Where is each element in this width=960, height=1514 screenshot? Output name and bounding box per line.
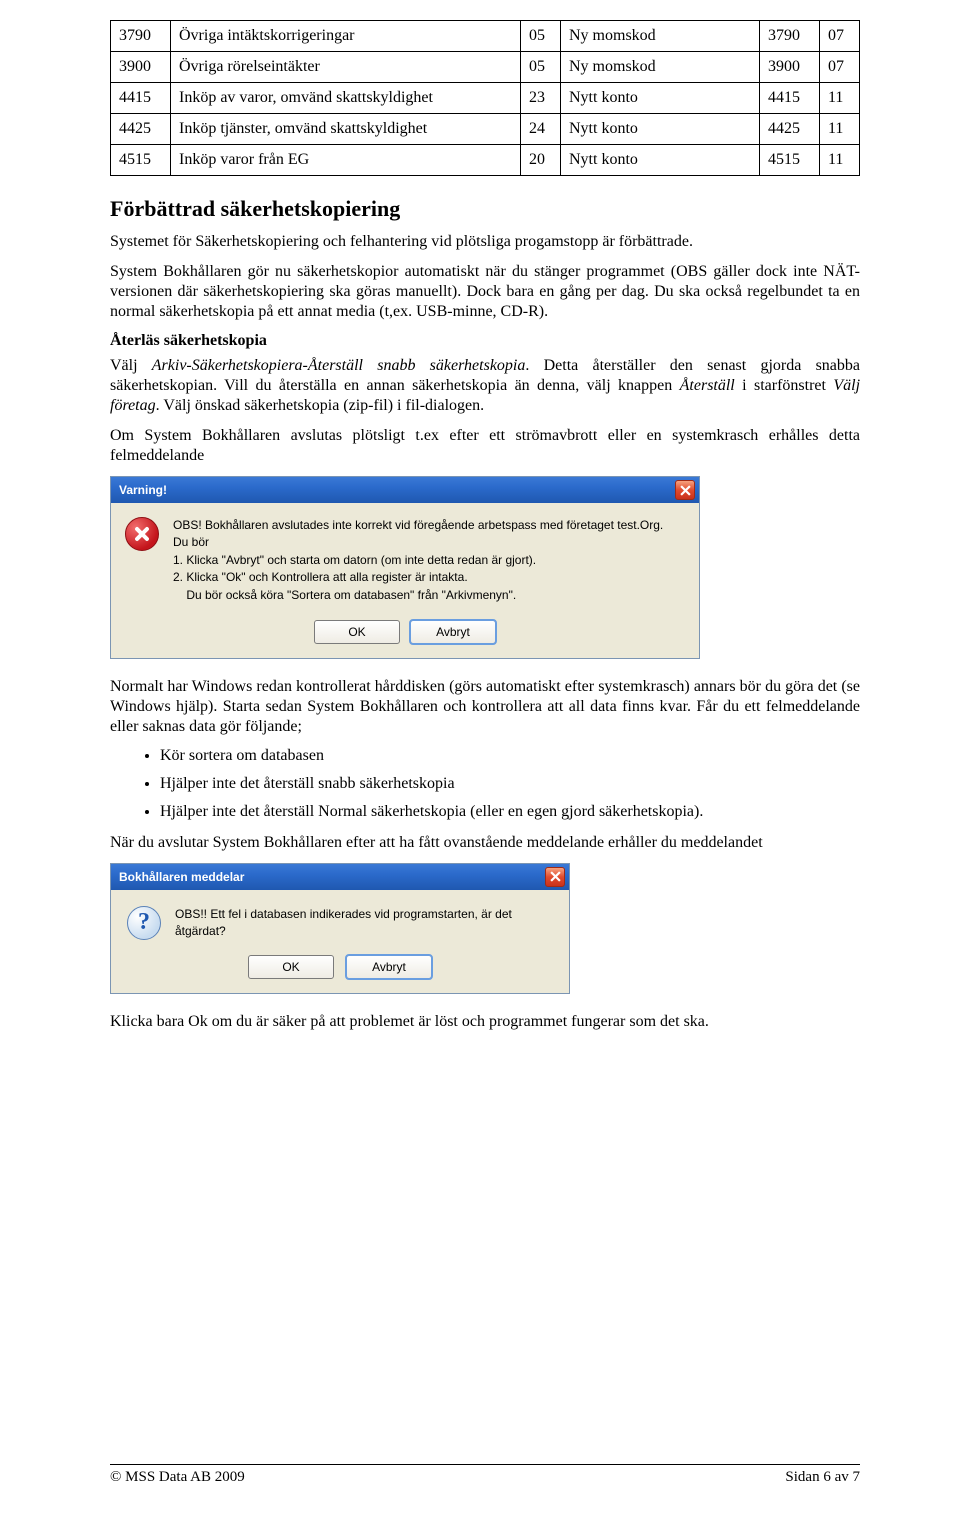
- cell-desc: Inköp tjänster, omvänd skattskyldighet: [171, 114, 521, 145]
- cell-id: 07: [820, 52, 860, 83]
- cancel-button[interactable]: Avbryt: [410, 620, 496, 644]
- dialog-line: Du bör också köra "Sortera om databasen"…: [173, 587, 663, 604]
- body-paragraph: System Bokhållaren gör nu säkerhetskopio…: [110, 262, 860, 322]
- cell-action: Ny momskod: [561, 52, 760, 83]
- body-paragraph: Systemet för Säkerhetskopiering och felh…: [110, 232, 860, 252]
- footer-left: © MSS Data AB 2009: [110, 1469, 245, 1486]
- info-dialog: Bokhållaren meddelar ? OBS!! Ett fel i d…: [110, 863, 570, 994]
- close-icon[interactable]: [545, 867, 565, 887]
- page-footer: © MSS Data AB 2009 Sidan 6 av 7: [110, 1464, 860, 1486]
- cell-code: 4415: [111, 83, 171, 114]
- cell-action: Ny momskod: [561, 21, 760, 52]
- dialog-line: 2. Klicka "Ok" och Kontrollera att alla …: [173, 569, 663, 586]
- cell-new: 4515: [760, 145, 820, 176]
- cell-id: 11: [820, 114, 860, 145]
- text: Välj: [110, 357, 152, 374]
- dialog-body: ? OBS!! Ett fel i databasen indikerades …: [111, 890, 569, 949]
- subheading: Återläs säkerhetskopia: [110, 332, 860, 350]
- dialog-text: OBS! Bokhållaren avslutades inte korrekt…: [173, 517, 663, 604]
- close-icon[interactable]: [675, 480, 695, 500]
- cell-id: 11: [820, 83, 860, 114]
- cell-id: 11: [820, 145, 860, 176]
- cell-old: 23: [521, 83, 561, 114]
- cell-desc: Inköp av varor, omvänd skattskyldighet: [171, 83, 521, 114]
- warning-dialog: Varning! OBS! Bokhållaren avslutades int…: [110, 476, 700, 659]
- cell-desc: Inköp varor från EG: [171, 145, 521, 176]
- dialog-titlebar: Varning!: [111, 477, 699, 503]
- error-icon: [125, 517, 159, 551]
- cell-new: 4415: [760, 83, 820, 114]
- dialog-buttons: OK Avbryt: [111, 614, 699, 658]
- table-row: 4415 Inköp av varor, omvänd skattskyldig…: [111, 83, 860, 114]
- cell-old: 24: [521, 114, 561, 145]
- dialog-titlebar: Bokhållaren meddelar: [111, 864, 569, 890]
- table-row: 4515 Inköp varor från EG 20 Nytt konto 4…: [111, 145, 860, 176]
- dialog-line: OBS! Bokhållaren avslutades inte korrekt…: [173, 517, 663, 534]
- body-paragraph: Klicka bara Ok om du är säker på att pro…: [110, 1012, 860, 1032]
- cell-old: 05: [521, 21, 561, 52]
- footer-right: Sidan 6 av 7: [785, 1469, 860, 1486]
- table-row: 3900 Övriga rörelseintäkter 05 Ny momsko…: [111, 52, 860, 83]
- ok-button[interactable]: OK: [314, 620, 400, 644]
- bullet-list: Kör sortera om databasen Hjälper inte de…: [160, 747, 860, 821]
- table-row: 3790 Övriga intäktskorrigeringar 05 Ny m…: [111, 21, 860, 52]
- cell-code: 3790: [111, 21, 171, 52]
- dialog-line: 1. Klicka "Avbryt" och starta om datorn …: [173, 552, 663, 569]
- cell-code: 4515: [111, 145, 171, 176]
- list-item: Kör sortera om databasen: [160, 747, 860, 765]
- body-paragraph: Välj Arkiv-Säkerhetskopiera-Återställ sn…: [110, 356, 860, 416]
- cell-desc: Övriga intäktskorrigeringar: [171, 21, 521, 52]
- italic-text: Återställ: [680, 377, 735, 394]
- list-item: Hjälper inte det återställ Normal säkerh…: [160, 803, 860, 821]
- cell-old: 20: [521, 145, 561, 176]
- dialog-title: Bokhållaren meddelar: [119, 870, 244, 884]
- cell-code: 4425: [111, 114, 171, 145]
- text: . Välj önskad säkerhetskopia (zip-fil) i…: [156, 397, 485, 414]
- cell-new: 3900: [760, 52, 820, 83]
- dialog-buttons: OK Avbryt: [111, 949, 569, 993]
- cell-action: Nytt konto: [561, 83, 760, 114]
- cell-action: Nytt konto: [561, 114, 760, 145]
- question-icon: ?: [127, 906, 161, 940]
- list-item: Hjälper inte det återställ snabb säkerhe…: [160, 775, 860, 793]
- dialog-text: OBS!! Ett fel i databasen indikerades vi…: [175, 906, 553, 941]
- dialog-title: Varning!: [119, 483, 167, 497]
- table-row: 4425 Inköp tjänster, omvänd skattskyldig…: [111, 114, 860, 145]
- cell-id: 07: [820, 21, 860, 52]
- cell-action: Nytt konto: [561, 145, 760, 176]
- page: 3790 Övriga intäktskorrigeringar 05 Ny m…: [0, 0, 960, 1514]
- ok-button[interactable]: OK: [248, 955, 334, 979]
- cell-code: 3900: [111, 52, 171, 83]
- cancel-button[interactable]: Avbryt: [346, 955, 432, 979]
- cell-old: 05: [521, 52, 561, 83]
- section-heading: Förbättrad säkerhetskopiering: [110, 196, 860, 222]
- cell-desc: Övriga rörelseintäkter: [171, 52, 521, 83]
- body-paragraph: Om System Bokhållaren avslutas plötsligt…: [110, 426, 860, 466]
- body-paragraph: Normalt har Windows redan kontrollerat h…: [110, 677, 860, 737]
- italic-text: Arkiv-Säkerhetskopiera-Återställ snabb s…: [152, 357, 526, 374]
- dialog-body: OBS! Bokhållaren avslutades inte korrekt…: [111, 503, 699, 614]
- dialog-line: Du bör: [173, 534, 663, 551]
- cell-new: 3790: [760, 21, 820, 52]
- momskod-table: 3790 Övriga intäktskorrigeringar 05 Ny m…: [110, 20, 860, 176]
- text: i starfönstret: [735, 377, 834, 394]
- body-paragraph: När du avslutar System Bokhållaren efter…: [110, 833, 860, 853]
- cell-new: 4425: [760, 114, 820, 145]
